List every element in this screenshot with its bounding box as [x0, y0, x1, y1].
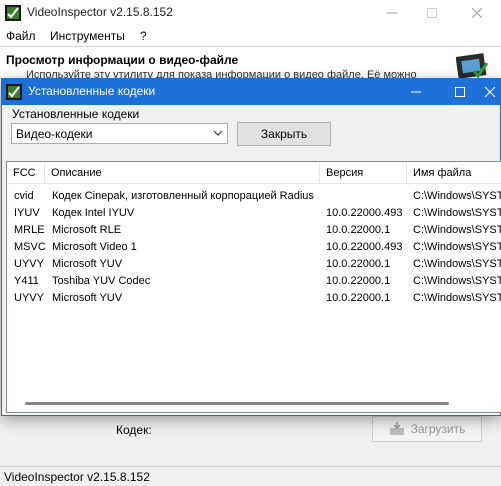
cell-fcc: MRLE: [14, 224, 45, 236]
menu-file[interactable]: Файл: [6, 29, 36, 43]
cell-description: Кодек Intel IYUV: [52, 207, 135, 219]
close-icon: [472, 8, 482, 18]
film-icon: [456, 53, 488, 79]
close-window-button[interactable]: [455, 0, 499, 26]
codecs-table[interactable]: FCC Описание Версия Имя файла cvid Кодек …: [6, 161, 501, 413]
app-icon: [5, 5, 21, 21]
column-header-filename[interactable]: Имя файла: [407, 162, 501, 184]
codec-type-select[interactable]: Видео-кодеки: [11, 123, 228, 144]
app-icon: [6, 84, 22, 100]
dialog-titlebar[interactable]: Установленные кодеки: [2, 79, 501, 105]
cell-description: Microsoft YUV: [52, 258, 123, 270]
cell-description: Toshiba YUV Codec: [52, 275, 151, 287]
load-icon: [389, 422, 404, 435]
cell-filename: C:\Windows\SYSTEM32\msvidc32.dll: [413, 241, 501, 253]
cell-version: 10.0.22000.493: [326, 241, 403, 253]
close-icon: [485, 87, 495, 97]
maximize-icon: [455, 87, 465, 97]
cell-fcc: UYVY: [14, 258, 44, 270]
cell-fcc: Y411: [14, 275, 39, 287]
cell-filename: C:\Windows\SYSTEM32\msyuv.dll: [413, 292, 501, 304]
maximize-button[interactable]: [410, 0, 454, 26]
minimize-button[interactable]: [370, 0, 414, 26]
main-titlebar[interactable]: VideoInspector v2.15.8.152: [0, 0, 501, 26]
load-button-label: Загрузить: [410, 422, 466, 436]
banner-title: Просмотр информации о видео-файле: [6, 53, 239, 67]
dialog-close-button[interactable]: [478, 79, 501, 105]
column-header-version[interactable]: Версия: [320, 162, 407, 184]
cell-description: Microsoft RLE: [52, 224, 122, 236]
cell-filename: C:\Windows\SYSTEM32\iccvid.dll: [413, 190, 501, 202]
main-window-title: VideoInspector v2.15.8.152: [27, 5, 173, 19]
chevron-down-icon: [213, 130, 223, 136]
menu-help[interactable]: ?: [140, 29, 147, 43]
cell-description: Кодек Cinepak, изготовленный корпорацией…: [52, 190, 314, 202]
status-text: VideoInspector v2.15.8.152: [4, 470, 150, 484]
cell-filename: C:\Windows\SYSTEM32\msrle32.dll: [413, 224, 501, 236]
cell-version: 10.0.22000.1: [326, 275, 391, 287]
table-row[interactable]: MRLE Microsoft RLE 10.0.22000.1 C:\Windows\…: [7, 222, 501, 239]
cell-version: 10.0.22000.1: [326, 258, 391, 270]
close-dialog-button-label: Закрыть: [260, 127, 308, 141]
cell-fcc: UYVY: [14, 292, 44, 304]
dialog-maximize-button[interactable]: [438, 79, 482, 105]
horizontal-scrollbar[interactable]: [7, 394, 501, 412]
cell-filename: C:\Windows\SYSTEM32\msyuv.dll: [413, 258, 501, 270]
table-row[interactable]: UYVY Microsoft YUV 10.0.22000.1 C:\Windows\…: [7, 290, 501, 307]
banner: Просмотр информации о видео-файле Исполь…: [0, 46, 501, 82]
maximize-icon: [427, 8, 437, 18]
codec-label: Кодек:: [116, 423, 152, 437]
cell-version: 10.0.22000.1: [326, 224, 391, 236]
table-row[interactable]: Y411 Toshiba YUV Codec 10.0.22000.1 C:\Wind…: [7, 273, 501, 290]
cell-filename: C:\Windows\SYSTEM32\tsbyuv.dll: [413, 275, 501, 287]
table-row[interactable]: IYUV Кодек Intel IYUV 10.0.22000.493 C:\Win…: [7, 205, 501, 222]
status-bar: VideoInspector v2.15.8.152: [0, 466, 501, 486]
cell-version: 10.0.22000.493: [326, 207, 403, 219]
codecs-dialog: Установленные кодеки Установленные кодек…: [1, 78, 501, 416]
cell-fcc: MSVC: [14, 241, 46, 253]
cell-description: Microsoft YUV: [52, 292, 123, 304]
minimize-icon: [411, 91, 421, 93]
scrollbar-thumb[interactable]: [25, 402, 449, 405]
minimize-icon: [387, 12, 397, 14]
cell-description: Microsoft Video 1: [52, 241, 137, 253]
dialog-title: Установленные кодеки: [28, 84, 156, 98]
menu-tools[interactable]: Инструменты: [50, 29, 125, 43]
menu-bar: Файл Инструменты ?: [0, 26, 501, 46]
codecs-group-label: Установленные кодеки: [12, 107, 140, 121]
dialog-minimize-button[interactable]: [394, 79, 438, 105]
cell-filename: C:\Windows\SYSTEM32\iyuv_32.dll: [413, 207, 501, 219]
cell-fcc: IYUV: [14, 207, 40, 219]
load-button[interactable]: Загрузить: [372, 416, 482, 442]
codec-type-value: Видео-кодеки: [16, 127, 93, 141]
column-header-description[interactable]: Описание: [45, 162, 320, 184]
table-row[interactable]: UYVY Microsoft YUV 10.0.22000.1 C:\Windows\…: [7, 256, 501, 273]
close-dialog-button[interactable]: Закрыть: [237, 122, 331, 146]
table-row[interactable]: cvid Кодек Cinepak, изготовленный корпора…: [7, 188, 501, 205]
table-header: FCC Описание Версия Имя файла: [7, 162, 501, 184]
cell-fcc: cvid: [14, 190, 34, 202]
column-header-fcc[interactable]: FCC: [7, 162, 45, 184]
cell-version: 10.0.22000.1: [326, 292, 391, 304]
table-row[interactable]: MSVC Microsoft Video 1 10.0.22000.493 C:\Wi…: [7, 239, 501, 256]
